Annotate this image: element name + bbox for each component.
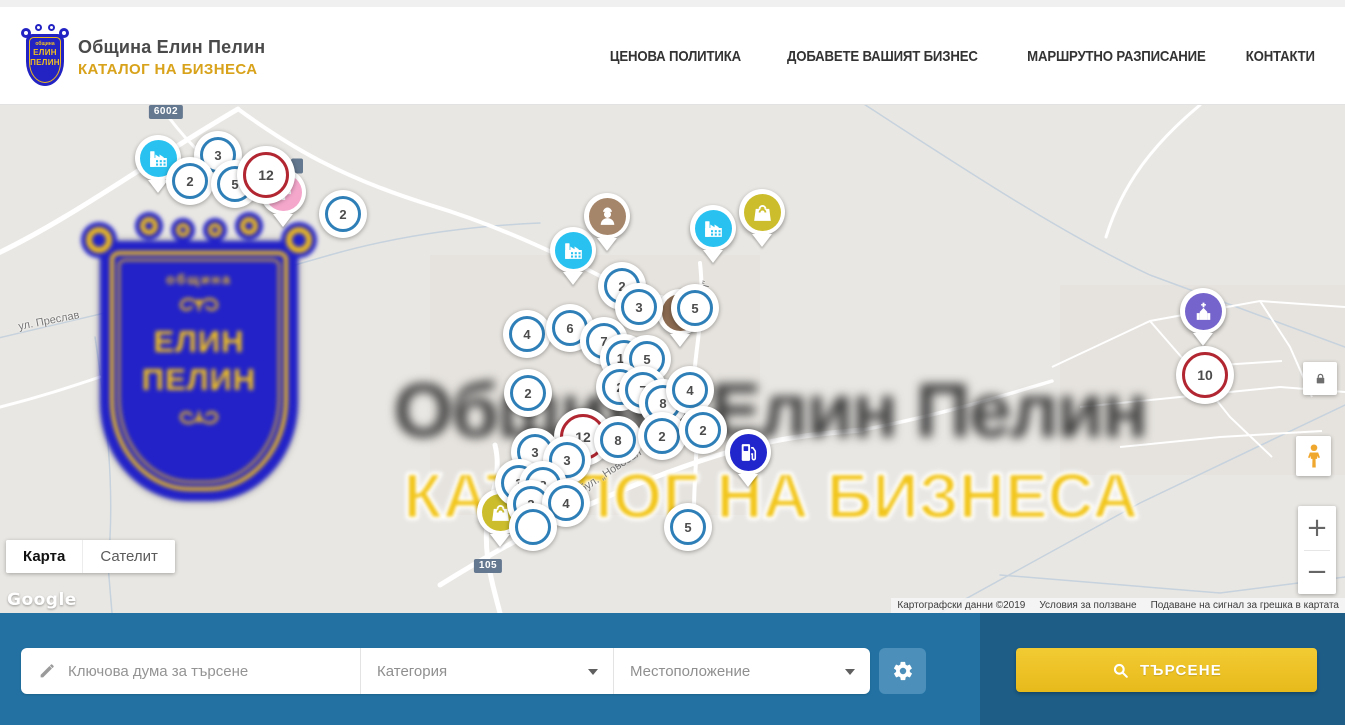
nav-contacts[interactable]: КОНТАКТИ — [1246, 48, 1315, 65]
map-pin-worker[interactable] — [584, 193, 630, 239]
map-pin-church[interactable] — [1180, 288, 1226, 334]
nav-route-schedule[interactable]: МАРШРУТНО РАЗПИСАНИЕ — [1027, 48, 1205, 65]
map-type-satellite-button[interactable]: Сателит — [82, 540, 175, 573]
lock-icon — [1313, 371, 1328, 387]
keyword-input[interactable] — [68, 663, 338, 680]
route-shield: 6002 — [149, 105, 183, 119]
crest-name-2: ПЕЛИН — [30, 58, 60, 67]
chevron-down-icon — [845, 669, 855, 675]
crest-name-1: ЕЛИН — [33, 48, 57, 57]
marker-cluster[interactable] — [509, 503, 557, 551]
search-bar: Категория Местоположение ТЪРСЕНЕ — [0, 613, 1345, 725]
pegman-control[interactable] — [1296, 436, 1331, 476]
keyword-field[interactable] — [21, 648, 360, 694]
attribution-report-link[interactable]: Подаване на сигнал за грешка в картата — [1151, 600, 1339, 611]
site-subtitle: КАТАЛОГ НА БИЗНЕСА — [78, 61, 265, 78]
marker-cluster[interactable]: 4 — [503, 310, 551, 358]
marker-cluster[interactable]: 12 — [237, 146, 295, 204]
map-pin-factory[interactable] — [550, 227, 596, 273]
map-attribution: Картографски данни ©2019 Условия за полз… — [891, 598, 1345, 613]
top-strip — [0, 0, 1345, 7]
route-shield: 105 — [474, 559, 502, 573]
nav-add-business[interactable]: ДОБАВЕТЕ ВАШИЯТ БИЗНЕС — [787, 48, 978, 65]
marker-cluster[interactable]: 8 — [594, 416, 642, 464]
location-select[interactable]: Местоположение — [613, 648, 870, 694]
search-icon — [1111, 661, 1130, 680]
marker-cluster[interactable]: 2 — [679, 406, 727, 454]
marker-cluster[interactable]: 2 — [504, 369, 552, 417]
map-canvas[interactable]: община ЕЛИН ПЕЛИН Община Елин Пелин КАТА… — [0, 105, 1345, 613]
nav-pricing[interactable]: ЦЕНОВА ПОЛИТИКА — [610, 48, 741, 65]
marker-cluster[interactable]: 3 — [615, 283, 663, 331]
attribution-copyright: Картографски данни ©2019 — [897, 600, 1025, 611]
main-nav: ЦЕНОВА ПОЛИТИКА ДОБАВЕТЕ ВАШИЯТ БИЗНЕС М… — [601, 7, 1320, 105]
attribution-terms-link[interactable]: Условия за ползване — [1039, 600, 1136, 611]
search-fields: Категория Местоположение — [21, 648, 870, 694]
google-logo[interactable]: Google — [7, 590, 77, 610]
zoom-control: + − — [1298, 506, 1336, 594]
crest-small-text: община — [35, 41, 54, 47]
street-label: ул. Преслав — [17, 309, 80, 333]
marker-cluster[interactable]: 5 — [671, 284, 719, 332]
marker-cluster[interactable]: 10 — [1176, 346, 1234, 404]
marker-cluster[interactable]: 2 — [319, 190, 367, 238]
zoom-out-button[interactable]: − — [1298, 550, 1336, 594]
map-type-switcher: Карта Сателит — [6, 540, 175, 573]
marker-cluster[interactable]: 5 — [664, 503, 712, 551]
gear-icon — [892, 660, 914, 682]
municipality-crest-logo: община ЕЛИН ПЕЛИН — [22, 27, 68, 87]
site-logo[interactable]: община ЕЛИН ПЕЛИН Община Елин Пелин КАТА… — [22, 27, 265, 87]
site-title: Община Елин Пелин — [78, 37, 265, 58]
pencil-icon — [38, 662, 56, 680]
pegman-icon — [1303, 442, 1325, 470]
map-markers-layer: 3251222354671352278412822333834510600210… — [0, 105, 1345, 613]
header: община ЕЛИН ПЕЛИН Община Елин Пелин КАТА… — [0, 7, 1345, 105]
page: община ЕЛИН ПЕЛИН Община Елин Пелин КАТА… — [0, 0, 1345, 725]
map-pin-factory[interactable] — [690, 205, 736, 251]
category-select[interactable]: Категория — [360, 648, 613, 694]
chevron-down-icon — [588, 669, 598, 675]
advanced-search-button[interactable] — [879, 648, 926, 694]
marker-cluster[interactable]: 2 — [166, 157, 214, 205]
search-button[interactable]: ТЪРСЕНЕ — [1016, 648, 1317, 692]
map-type-map-button[interactable]: Карта — [6, 540, 82, 573]
street-view-lock-button[interactable] — [1303, 362, 1337, 395]
map-pin-bag[interactable] — [739, 189, 785, 235]
zoom-in-button[interactable]: + — [1298, 506, 1336, 550]
map-pin-fuel[interactable] — [725, 429, 771, 475]
